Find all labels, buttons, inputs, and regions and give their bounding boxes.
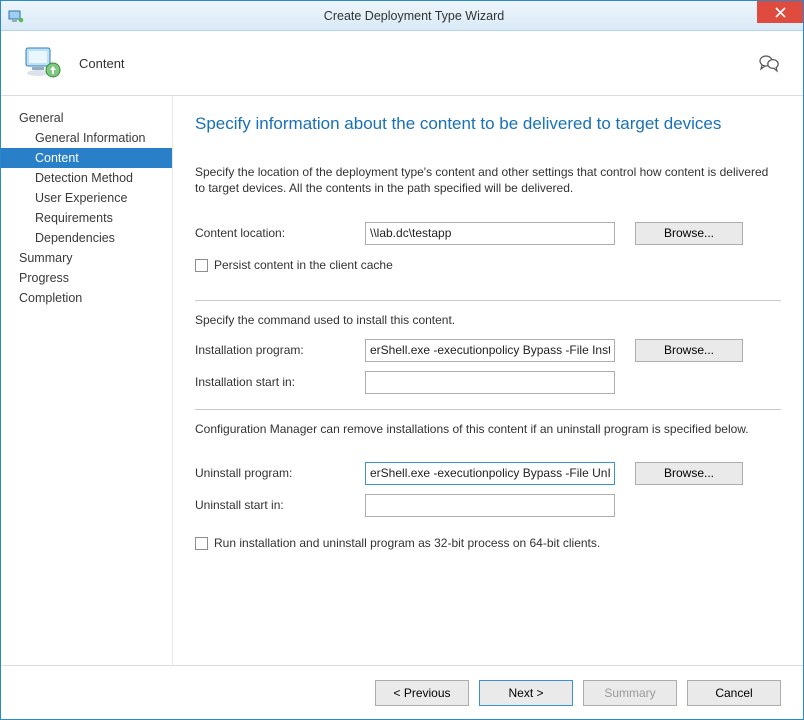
sidebar-item-completion[interactable]: Completion xyxy=(1,288,172,308)
page-name: Content xyxy=(79,56,125,71)
sidebar-item-general-information[interactable]: General Information xyxy=(1,128,172,148)
row-install-start-in: Installation start in: xyxy=(195,369,781,395)
install-intro: Specify the command used to install this… xyxy=(195,313,781,327)
input-install-program[interactable] xyxy=(365,339,615,362)
row-uninstall-start-in: Uninstall start in: xyxy=(195,492,781,518)
titlebar: Create Deployment Type Wizard xyxy=(1,1,803,31)
input-uninstall-start-in[interactable] xyxy=(365,494,615,517)
sidebar-item-requirements[interactable]: Requirements xyxy=(1,208,172,228)
page-description: Specify the location of the deployment t… xyxy=(195,164,781,196)
input-uninstall-program[interactable] xyxy=(365,462,615,485)
wizard-footer: < Previous Next > Summary Cancel xyxy=(1,665,803,719)
content-icon xyxy=(23,44,63,82)
wizard-window: Create Deployment Type Wizard Content xyxy=(0,0,804,720)
browse-content-location[interactable]: Browse... xyxy=(635,222,743,245)
sidebar-item-dependencies[interactable]: Dependencies xyxy=(1,228,172,248)
wizard-header: Content xyxy=(1,31,803,95)
input-content-location[interactable] xyxy=(365,222,615,245)
checkbox-run-32bit[interactable] xyxy=(195,537,208,550)
section-separator-2 xyxy=(195,409,781,410)
section-separator-1 xyxy=(195,300,781,301)
sidebar-item-summary[interactable]: Summary xyxy=(1,248,172,268)
browse-install-program[interactable]: Browse... xyxy=(635,339,743,362)
label-persist-cache: Persist content in the client cache xyxy=(214,258,393,272)
previous-button[interactable]: < Previous xyxy=(375,680,469,706)
close-icon xyxy=(775,7,786,18)
help-icon[interactable] xyxy=(757,51,781,75)
label-uninstall-start-in: Uninstall start in: xyxy=(195,498,365,512)
page-heading: Specify information about the content to… xyxy=(195,114,781,134)
checkbox-persist-cache[interactable] xyxy=(195,259,208,272)
row-uninstall-program: Uninstall program: Browse... xyxy=(195,460,781,486)
window-title: Create Deployment Type Wizard xyxy=(25,9,803,23)
row-persist-cache[interactable]: Persist content in the client cache xyxy=(195,258,781,272)
label-install-start-in: Installation start in: xyxy=(195,375,365,389)
next-button[interactable]: Next > xyxy=(479,680,573,706)
label-content-location: Content location: xyxy=(195,226,365,240)
wizard-body: General General Information Content Dete… xyxy=(1,96,803,665)
content-pane: Specify information about the content to… xyxy=(173,96,803,665)
summary-button: Summary xyxy=(583,680,677,706)
sidebar-item-content[interactable]: Content xyxy=(1,148,172,168)
label-uninstall-program: Uninstall program: xyxy=(195,466,365,480)
app-icon xyxy=(7,7,25,25)
sidebar-item-general[interactable]: General xyxy=(1,108,172,128)
uninstall-intro: Configuration Manager can remove install… xyxy=(195,422,781,436)
cancel-button[interactable]: Cancel xyxy=(687,680,781,706)
close-button[interactable] xyxy=(757,1,803,23)
row-install-program: Installation program: Browse... xyxy=(195,337,781,363)
row-content-location: Content location: Browse... xyxy=(195,220,781,246)
label-install-program: Installation program: xyxy=(195,343,365,357)
row-run-32bit[interactable]: Run installation and uninstall program a… xyxy=(195,536,781,550)
sidebar-item-detection-method[interactable]: Detection Method xyxy=(1,168,172,188)
sidebar-item-progress[interactable]: Progress xyxy=(1,268,172,288)
sidebar: General General Information Content Dete… xyxy=(1,96,173,665)
browse-uninstall-program[interactable]: Browse... xyxy=(635,462,743,485)
input-install-start-in[interactable] xyxy=(365,371,615,394)
label-run-32bit: Run installation and uninstall program a… xyxy=(214,536,600,550)
sidebar-item-user-experience[interactable]: User Experience xyxy=(1,188,172,208)
